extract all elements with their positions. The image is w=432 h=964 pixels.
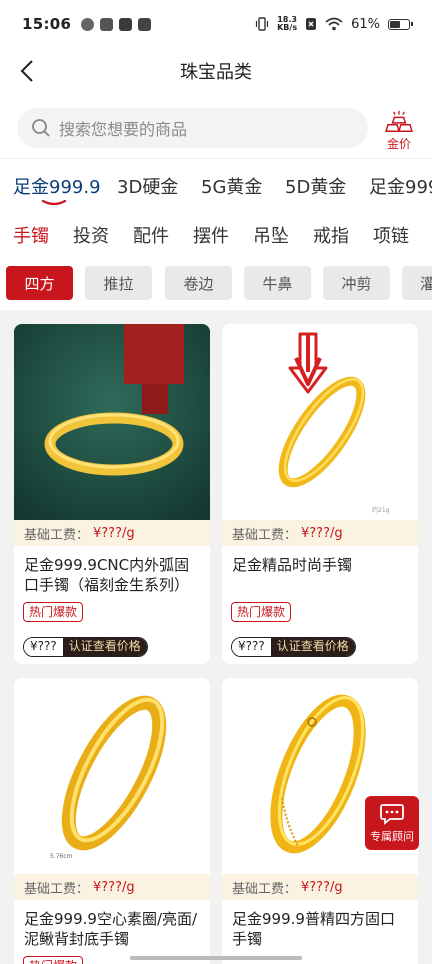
subcategory-tab-7[interactable]: 项链 [373, 222, 409, 248]
back-button[interactable] [12, 56, 42, 86]
check-circle-icon [81, 17, 95, 31]
product-name: 足金999.9空心素圈/亮面/泥鳅背封底手镯 [24, 910, 198, 948]
crown-icon [100, 17, 114, 31]
battery-fill [390, 20, 400, 28]
product-name: 足金999.9普精四方固口手镯 [232, 910, 395, 948]
bangle-image [14, 324, 210, 520]
product-image: 5.76cm [14, 678, 210, 874]
no-sim-icon [306, 18, 317, 30]
subcategory-tab-4[interactable]: 摆件 [193, 222, 229, 248]
product-name: 足金999.9CNC内外弧固口手镯（福刻金生系列） [24, 556, 190, 594]
gold-price-label: 金价 [386, 137, 411, 151]
bangle-image: 5.76cm [50, 695, 167, 860]
advisor-label: 专属顾问 [370, 829, 414, 843]
fee-row: 基础工费： ¥???/g [14, 520, 210, 546]
app-icon [138, 17, 152, 31]
product-grid: 基础工费： ¥???/g 足金999.9CNC内外弧固口手镯（福刻金生系列） 热门… [0, 310, 432, 964]
play-store-icon [119, 17, 133, 31]
category-tab-5[interactable]: 足金999 [369, 173, 432, 199]
subcategory-tabs: 手镯 投资 配件 摆件 吊坠 戒指 项链 [0, 210, 432, 258]
fee-row: 基础工费： ¥???/g [222, 874, 418, 900]
subcategory-tab-5[interactable]: 吊坠 [253, 222, 289, 248]
battery-percent: 61% [351, 16, 380, 32]
chat-bubble-icon [380, 803, 404, 825]
category-tab-1[interactable]: 足金999.9 [13, 173, 101, 199]
search-placeholder: 搜索您想要的商品 [59, 120, 188, 139]
wifi-icon [325, 17, 343, 31]
product-name: 足金精品时尚手镯 [232, 556, 353, 574]
chip-4[interactable]: 牛鼻 [244, 266, 311, 300]
chip-3[interactable]: 卷边 [165, 266, 232, 300]
fee-row: 基础工费： ¥???/g [222, 520, 418, 546]
search-row: 搜索您想要的商品 金价 [0, 94, 432, 158]
hot-tag: 热门爆款 [23, 602, 84, 622]
vibrate-icon [256, 17, 269, 31]
page-title: 珠宝品类 [180, 62, 252, 83]
active-tab-indicator [41, 199, 67, 206]
image-caption: 约21g [372, 506, 390, 514]
image-caption: 5.76cm [50, 853, 73, 860]
chevron-left-icon [20, 60, 33, 82]
status-bar: 15:06 18.3 KB/s 61% [0, 0, 432, 48]
subcategory-tab-1[interactable]: 手镯 [13, 222, 49, 248]
gold-bars-icon [385, 110, 413, 132]
product-card[interactable]: 约21g 基础工费： ¥???/g 足金精品时尚手镯 热门爆款 ¥??? 认证查看价… [222, 324, 418, 664]
product-card[interactable]: 5.76cm 基础工费： ¥???/g 足金999.9空心素圈/亮面/泥鳅背封底手… [14, 678, 210, 964]
chip-6[interactable]: 灌 [402, 266, 432, 300]
subcategory-tab-2[interactable]: 投资 [73, 222, 109, 248]
battery-icon [388, 18, 413, 30]
product-card[interactable]: 基础工费： ¥???/g 足金999.9CNC内外弧固口手镯（福刻金生系列） 热门… [14, 324, 210, 664]
price-pill[interactable]: ¥??? 认证查看价格 [231, 637, 356, 657]
bangle-image: 约21g [278, 332, 390, 514]
gold-price-button[interactable]: 金价 [378, 110, 420, 152]
product-image [14, 324, 210, 520]
nav-header: 珠宝品类 [0, 48, 432, 94]
category-tab-3[interactable]: 5G黄金 [201, 173, 262, 199]
net-speed: 18.3 KB/s [277, 15, 298, 32]
chip-5[interactable]: 冲剪 [323, 266, 390, 300]
chip-2[interactable]: 推拉 [85, 266, 152, 300]
category-tab-2[interactable]: 3D硬金 [117, 173, 178, 199]
filter-chips: 四方 推拉 卷边 牛鼻 冲剪 灌 [0, 258, 432, 310]
status-time: 15:06 [22, 15, 72, 33]
subcategory-tab-6[interactable]: 戒指 [313, 222, 349, 248]
search-input[interactable]: 搜索您想要的商品 [17, 108, 368, 148]
product-image: 约21g [222, 324, 418, 520]
price-pill[interactable]: ¥??? 认证查看价格 [23, 637, 148, 657]
fee-row: 基础工费： ¥???/g [14, 874, 210, 900]
category-tabs: 足金999.9 3D硬金 5G黄金 5D黄金 足金999 [0, 158, 432, 210]
advisor-button[interactable]: 专属顾问 [365, 796, 419, 850]
category-tab-4[interactable]: 5D黄金 [285, 173, 346, 199]
subcategory-tab-3[interactable]: 配件 [133, 222, 169, 248]
chip-1[interactable]: 四方 [6, 266, 73, 300]
hot-tag: 热门爆款 [231, 602, 292, 622]
home-indicator[interactable] [130, 956, 302, 960]
search-icon [32, 119, 50, 137]
hot-tag: 热门爆款 [23, 956, 84, 964]
